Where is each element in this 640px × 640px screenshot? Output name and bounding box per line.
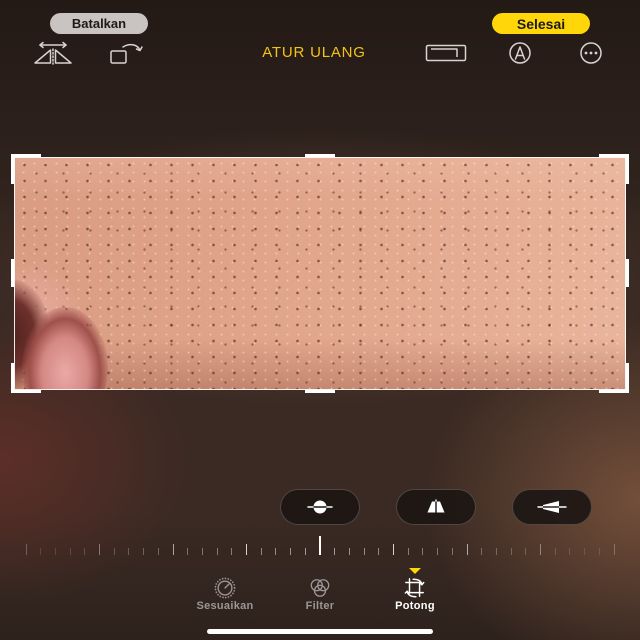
ruler-minor-tick: [363, 548, 365, 555]
crop-handle-bottom-right[interactable]: [599, 363, 629, 393]
selected-tab-marker: [409, 568, 421, 574]
ruler-minor-tick: [334, 548, 336, 555]
horizontal-perspective-icon: [537, 501, 567, 513]
tab-label: Potong: [395, 600, 435, 612]
ruler-minor-tick: [260, 548, 262, 555]
ruler-minor-tick: [143, 548, 145, 555]
ruler-minor-tick: [598, 548, 600, 555]
ruler-minor-tick: [510, 548, 512, 555]
ruler-minor-tick: [201, 548, 203, 555]
crop-handle-bottom-left[interactable]: [11, 363, 41, 393]
ruler-minor-tick: [525, 548, 527, 555]
crop-handle-right[interactable]: [626, 259, 629, 287]
slider-indicator: [319, 536, 321, 555]
vertical-perspective-icon: [427, 499, 445, 515]
ruler-minor-tick: [69, 548, 71, 555]
horizontal-perspective-button[interactable]: [512, 489, 592, 525]
ruler-major-tick: [613, 544, 615, 555]
ruler-minor-tick: [407, 548, 409, 555]
ruler-minor-tick: [378, 548, 380, 555]
flip-icon[interactable]: [32, 41, 74, 65]
adjust-dial-icon: [214, 577, 236, 599]
ruler-minor-tick: [304, 548, 306, 555]
done-button[interactable]: Selesai: [492, 13, 590, 34]
straighten-button[interactable]: [280, 489, 360, 525]
ruler-minor-tick: [275, 548, 277, 555]
ruler-minor-tick: [422, 548, 424, 555]
ruler-major-tick: [466, 544, 468, 555]
rotate-icon[interactable]: [109, 41, 145, 65]
markup-icon[interactable]: [503, 41, 537, 65]
ruler-minor-tick: [40, 548, 42, 555]
ruler-minor-tick: [231, 548, 233, 555]
vertical-perspective-button[interactable]: [396, 489, 476, 525]
ruler-minor-tick: [348, 548, 350, 555]
aspect-ratio-icon[interactable]: [425, 44, 467, 62]
ruler-minor-tick: [216, 548, 218, 555]
reset-button[interactable]: ATUR ULANG: [214, 44, 414, 61]
ruler-minor-tick: [495, 548, 497, 555]
tab-label: Filter: [305, 600, 335, 612]
ruler-minor-tick: [437, 548, 439, 555]
tab-filter[interactable]: Filter: [275, 577, 365, 615]
ruler-minor-tick: [157, 548, 159, 555]
crop-handle-bottom[interactable]: [305, 390, 335, 393]
ruler-minor-tick: [569, 548, 571, 555]
ruler-minor-tick: [113, 548, 115, 555]
home-indicator[interactable]: [207, 629, 433, 634]
ruler-major-tick: [246, 544, 247, 555]
crop-handle-top[interactable]: [305, 154, 335, 157]
ruler-minor-tick: [481, 548, 483, 555]
ruler-major-tick: [25, 544, 27, 555]
tab-adjust[interactable]: Sesuaikan: [180, 577, 270, 615]
ruler-major-tick: [393, 544, 394, 555]
ruler-major-tick: [172, 544, 174, 555]
ruler-minor-tick: [84, 548, 86, 555]
ruler-minor-tick: [187, 548, 189, 555]
ruler-minor-tick: [54, 548, 56, 555]
crop-handle-left[interactable]: [11, 259, 14, 287]
ruler-minor-tick: [554, 548, 556, 555]
ruler-major-tick: [540, 544, 541, 555]
filters-icon: [310, 579, 330, 597]
ruler-minor-tick: [128, 548, 130, 555]
crop-handle-top-right[interactable]: [599, 154, 629, 184]
ruler-minor-tick: [451, 548, 453, 555]
crop-handle-top-left[interactable]: [11, 154, 41, 184]
crop-frame: [14, 157, 626, 390]
straighten-icon: [307, 500, 333, 514]
more-icon[interactable]: [574, 41, 608, 65]
ruler-minor-tick: [584, 548, 586, 555]
cancel-button[interactable]: Batalkan: [50, 13, 148, 34]
tab-label: Sesuaikan: [196, 600, 254, 612]
ruler-major-tick: [99, 544, 100, 555]
ruler-minor-tick: [290, 548, 292, 555]
crop-rotate-icon: [404, 578, 425, 598]
tab-crop[interactable]: Potong: [370, 577, 460, 615]
